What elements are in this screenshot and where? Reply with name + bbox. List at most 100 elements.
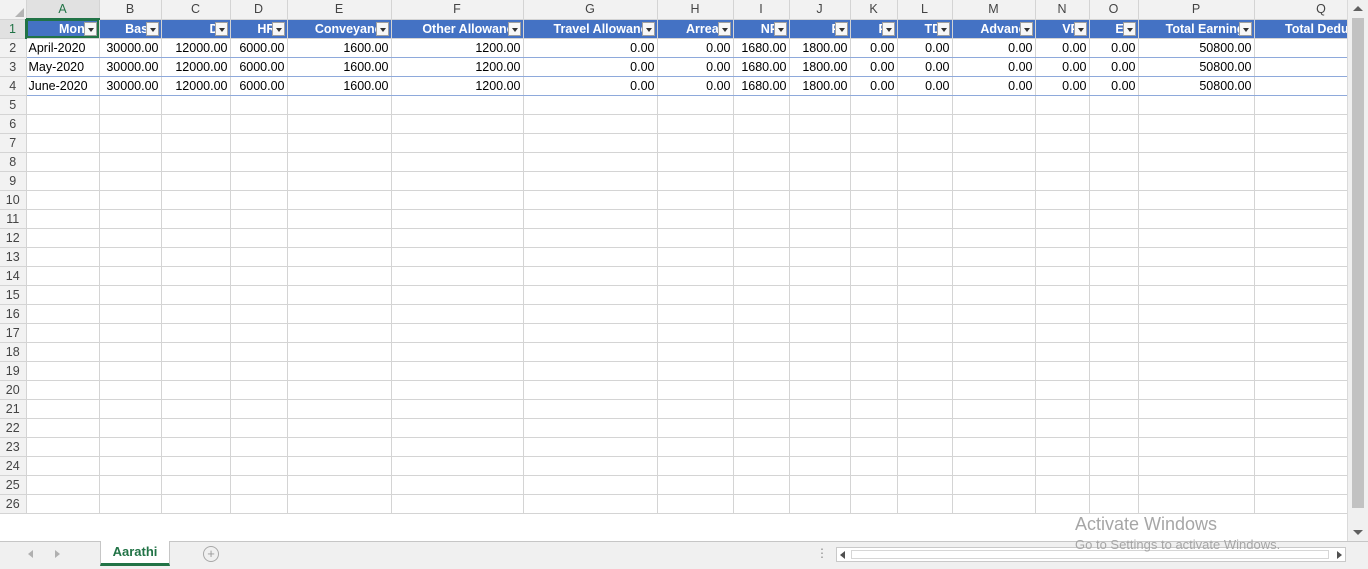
empty-cell[interactable]: [161, 304, 231, 324]
empty-cell[interactable]: [952, 342, 1036, 362]
empty-cell[interactable]: [1138, 342, 1255, 362]
empty-cell[interactable]: [1254, 380, 1347, 400]
empty-cell[interactable]: [733, 342, 790, 362]
empty-cell[interactable]: [733, 247, 790, 267]
empty-cell[interactable]: [26, 475, 100, 495]
cell-n2[interactable]: 0.00: [1035, 38, 1090, 58]
empty-cell[interactable]: [1035, 133, 1090, 153]
row-header[interactable]: 14: [0, 266, 27, 286]
row-header[interactable]: 2: [0, 38, 27, 58]
empty-cell[interactable]: [161, 152, 231, 172]
cell-f3[interactable]: 1200.00: [391, 57, 524, 77]
empty-cell[interactable]: [1035, 437, 1090, 457]
empty-cell[interactable]: [897, 380, 953, 400]
empty-cell[interactable]: [657, 475, 734, 495]
scroll-down-icon[interactable]: [1353, 530, 1363, 535]
table-header-cell[interactable]: Travel Allowance: [523, 19, 658, 39]
empty-cell[interactable]: [1138, 95, 1255, 115]
cell-l2[interactable]: 0.00: [897, 38, 953, 58]
column-header-k[interactable]: K: [850, 0, 898, 20]
empty-cell[interactable]: [26, 228, 100, 248]
empty-cell[interactable]: [789, 285, 851, 305]
empty-cell[interactable]: [1035, 418, 1090, 438]
empty-cell[interactable]: [523, 266, 658, 286]
empty-cell[interactable]: [952, 456, 1036, 476]
empty-cell[interactable]: [1254, 209, 1347, 229]
empty-cell[interactable]: [230, 494, 288, 514]
empty-cell[interactable]: [287, 228, 392, 248]
row-header[interactable]: 25: [0, 475, 27, 495]
empty-cell[interactable]: [789, 171, 851, 191]
empty-cell[interactable]: [850, 456, 898, 476]
empty-cell[interactable]: [657, 266, 734, 286]
row-header[interactable]: 9: [0, 171, 27, 191]
empty-cell[interactable]: [26, 342, 100, 362]
empty-cell[interactable]: [1138, 247, 1255, 267]
empty-cell[interactable]: [230, 437, 288, 457]
empty-cell[interactable]: [230, 95, 288, 115]
empty-cell[interactable]: [523, 152, 658, 172]
empty-cell[interactable]: [1254, 266, 1347, 286]
empty-cell[interactable]: [733, 323, 790, 343]
empty-cell[interactable]: [657, 418, 734, 438]
empty-cell[interactable]: [1138, 171, 1255, 191]
empty-cell[interactable]: [657, 209, 734, 229]
empty-cell[interactable]: [952, 437, 1036, 457]
empty-cell[interactable]: [789, 190, 851, 210]
empty-cell[interactable]: [1138, 266, 1255, 286]
empty-cell[interactable]: [789, 361, 851, 381]
row-header[interactable]: 26: [0, 494, 27, 514]
cell-a3[interactable]: May-2020: [26, 57, 100, 77]
empty-cell[interactable]: [1035, 475, 1090, 495]
empty-cell[interactable]: [850, 380, 898, 400]
empty-cell[interactable]: [161, 418, 231, 438]
empty-cell[interactable]: [733, 133, 790, 153]
empty-cell[interactable]: [26, 361, 100, 381]
empty-cell[interactable]: [161, 475, 231, 495]
empty-cell[interactable]: [952, 133, 1036, 153]
empty-cell[interactable]: [391, 152, 524, 172]
cell-o3[interactable]: 0.00: [1089, 57, 1139, 77]
empty-cell[interactable]: [99, 209, 162, 229]
table-header-cell[interactable]: DA: [161, 19, 231, 39]
table-header-cell[interactable]: VPF: [1035, 19, 1090, 39]
row-header[interactable]: 13: [0, 247, 27, 267]
empty-cell[interactable]: [657, 133, 734, 153]
empty-cell[interactable]: [391, 475, 524, 495]
empty-cell[interactable]: [523, 323, 658, 343]
row-header[interactable]: 23: [0, 437, 27, 457]
empty-cell[interactable]: [897, 152, 953, 172]
empty-cell[interactable]: [897, 247, 953, 267]
empty-cell[interactable]: [1254, 247, 1347, 267]
empty-cell[interactable]: [161, 114, 231, 134]
empty-cell[interactable]: [952, 304, 1036, 324]
empty-cell[interactable]: [391, 247, 524, 267]
empty-cell[interactable]: [1138, 475, 1255, 495]
row-header[interactable]: 11: [0, 209, 27, 229]
empty-cell[interactable]: [1089, 247, 1139, 267]
table-header-cell[interactable]: Other Allowance: [391, 19, 524, 39]
vertical-scroll-thumb[interactable]: [1352, 18, 1364, 508]
empty-cell[interactable]: [952, 152, 1036, 172]
empty-cell[interactable]: [952, 361, 1036, 381]
empty-cell[interactable]: [897, 133, 953, 153]
column-header-d[interactable]: D: [230, 0, 288, 20]
cell-q3[interactable]: 3: [1254, 57, 1347, 77]
table-header-cell[interactable]: PF: [789, 19, 851, 39]
prev-sheet-icon[interactable]: [28, 550, 33, 558]
empty-cell[interactable]: [850, 475, 898, 495]
empty-cell[interactable]: [1089, 171, 1139, 191]
empty-cell[interactable]: [523, 209, 658, 229]
empty-cell[interactable]: [1138, 152, 1255, 172]
column-header-q[interactable]: Q: [1254, 0, 1347, 20]
empty-cell[interactable]: [1035, 399, 1090, 419]
row-header[interactable]: 22: [0, 418, 27, 438]
empty-cell[interactable]: [1138, 190, 1255, 210]
empty-cell[interactable]: [657, 399, 734, 419]
empty-cell[interactable]: [161, 247, 231, 267]
cell-i3[interactable]: 1680.00: [733, 57, 790, 77]
empty-cell[interactable]: [1138, 285, 1255, 305]
cell-m4[interactable]: 0.00: [952, 76, 1036, 96]
empty-cell[interactable]: [657, 361, 734, 381]
empty-cell[interactable]: [897, 209, 953, 229]
